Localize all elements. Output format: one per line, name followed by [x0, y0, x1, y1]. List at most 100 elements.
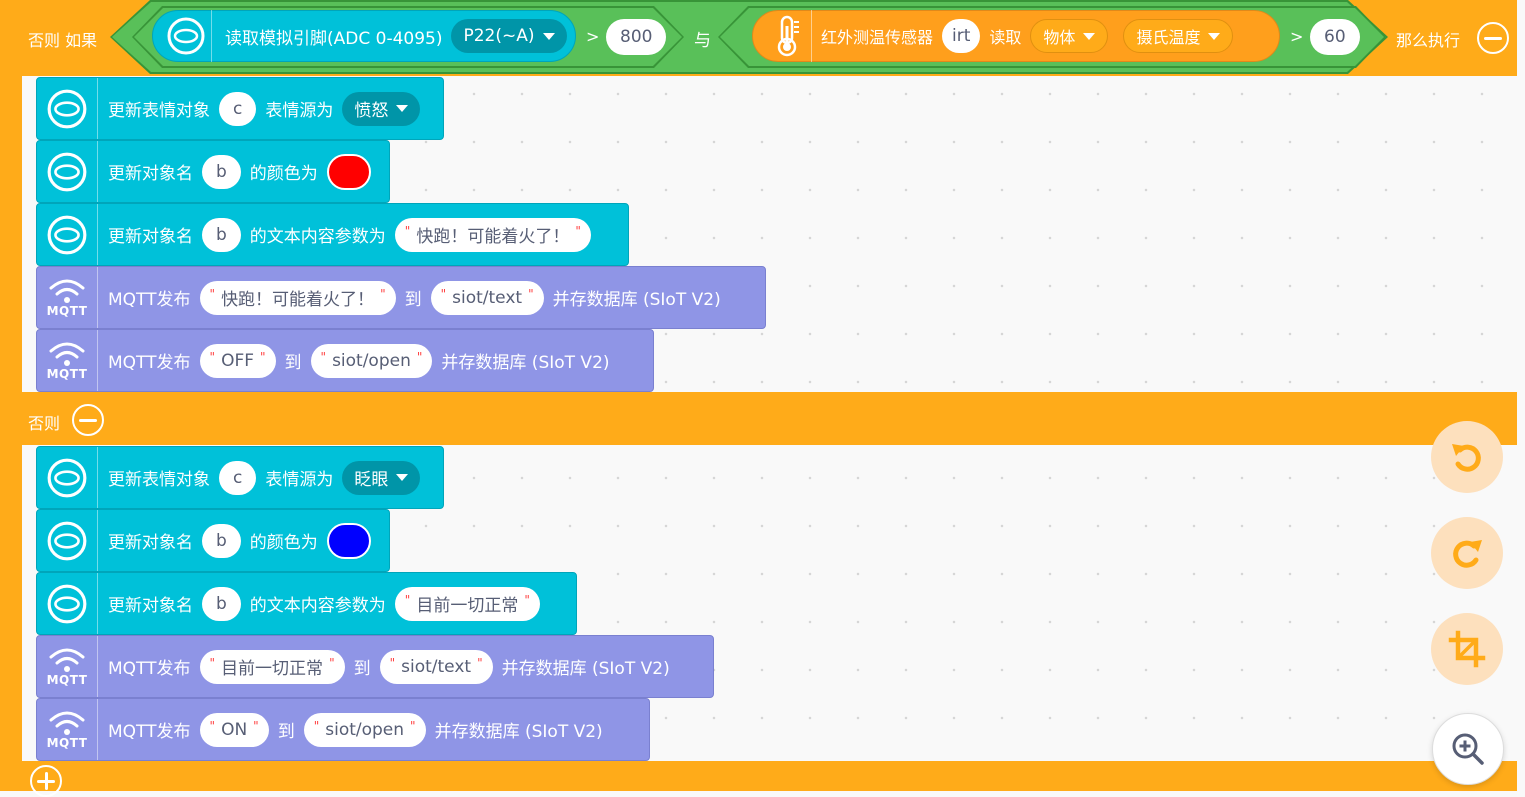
mqtt-message-field[interactable]: " OFF " [199, 343, 276, 378]
right-compare-operator: > [1290, 27, 1304, 46]
color-picker-blue[interactable] [326, 522, 371, 559]
update-text-block[interactable]: 更新对象名 b 的文本内容参数为 " 目前一切正常 " [36, 572, 577, 635]
unit-dropdown[interactable]: 摄氏温度 [1123, 19, 1234, 53]
text-content-field[interactable]: " 目前一切正常 " [394, 586, 540, 621]
unihiker-icon [47, 458, 87, 497]
emotion-object-field[interactable]: c [219, 91, 257, 126]
mqtt-icon-label: MQTT [46, 672, 88, 687]
unihiker-icon-cell [37, 573, 98, 634]
mqtt-to-label: 到 [404, 290, 422, 310]
chevron-down-icon [396, 474, 409, 481]
undo-button[interactable] [1431, 421, 1503, 493]
mqtt-icon-label: MQTT [46, 303, 88, 318]
mqtt-icon-label: MQTT [46, 366, 88, 381]
mqtt-topic-field[interactable]: " siot/open " [303, 712, 426, 747]
then-label: 那么执行 [1396, 31, 1461, 50]
update-object-label: 更新对象名 [108, 596, 193, 616]
text-content-value: 目前一切正常 [416, 596, 519, 616]
update-emotion-block[interactable]: 更新表情对象 c 表情源为 愤怒 [36, 77, 444, 140]
mqtt-to-label: 到 [353, 659, 371, 679]
mqtt-icon-cell: MQTT [37, 330, 98, 391]
if-else-block-footer[interactable] [0, 761, 1517, 791]
else-header[interactable] [0, 392, 1517, 445]
emotion-dropdown[interactable]: 眨眼 [342, 460, 421, 495]
mqtt-publish-label: MQTT发布 [108, 353, 191, 373]
wifi-icon [49, 648, 85, 672]
remove-else-button[interactable] [72, 404, 104, 436]
chevron-down-icon [1208, 32, 1221, 40]
quote-mark: " [209, 655, 216, 670]
emotion-dropdown[interactable]: 愤怒 [342, 91, 421, 126]
crop-icon [1448, 630, 1486, 668]
update-text-block[interactable]: 更新对象名 b 的文本内容参数为 " 快跑！可能着火了！ " [36, 203, 629, 266]
analog-read-reporter[interactable]: 读取模拟引脚(ADC 0-4095) P22(~A) [152, 10, 576, 62]
emotion-source-label: 表情源为 [265, 101, 334, 121]
mqtt-topic-value: siot/open [332, 350, 411, 371]
block-content: 更新表情对象 c 表情源为 眨眼 [98, 460, 430, 495]
mqtt-publish-block[interactable]: MQTT MQTT发布 " OFF " 到 " siot/open " 并存数据库 (S… [36, 329, 654, 392]
chevron-down-icon [396, 105, 409, 112]
text-content-field[interactable]: " 快跑！可能着火了！ " [394, 217, 591, 252]
mqtt-publish-block[interactable]: MQTT MQTT发布 " ON " 到 " siot/open " 并存数据库 (SI… [36, 698, 650, 761]
block-content: MQTT发布 " 目前一切正常 " 到 " siot/text " 并存数据库 (SIo… [98, 649, 680, 684]
ir-sensor-name[interactable]: irt [942, 19, 981, 53]
mqtt-message-field[interactable]: " 目前一切正常 " [199, 649, 345, 684]
emotion-dropdown-value: 愤怒 [354, 101, 389, 121]
mqtt-topic-value: siot/text [401, 656, 472, 677]
wifi-icon [49, 342, 85, 366]
pin-dropdown[interactable]: P22(~A) [451, 19, 567, 53]
mqtt-to-label: 到 [277, 722, 295, 742]
block-content: 更新对象名 b 的颜色为 [98, 522, 381, 559]
pin-dropdown-value: P22(~A) [463, 26, 535, 46]
text-object-field[interactable]: b [202, 586, 241, 621]
analog-read-label: 读取模拟引脚(ADC 0-4095) [225, 28, 443, 49]
color-object-field[interactable]: b [202, 154, 241, 189]
update-color-block[interactable]: 更新对象名 b 的颜色为 [36, 140, 390, 203]
text-object-field[interactable]: b [202, 217, 241, 252]
target-dropdown[interactable]: 物体 [1030, 19, 1109, 53]
mqtt-icon-cell: MQTT [37, 636, 98, 697]
ir-read-label: 读取 [989, 28, 1022, 47]
quote-mark: " [320, 349, 327, 364]
emotion-source-label: 表情源为 [265, 470, 334, 490]
redo-button[interactable] [1431, 517, 1503, 589]
color-object-field[interactable]: b [202, 523, 241, 558]
block-content: 更新对象名 b 的文本内容参数为 " 目前一切正常 " [98, 586, 550, 621]
wifi-icon [49, 279, 85, 303]
ir-temperature-reporter[interactable]: 红外测温传感器 irt 读取 物体 摄氏温度 [752, 10, 1280, 62]
mqtt-message-field[interactable]: " 快跑！可能着火了！ " [199, 280, 396, 315]
undo-icon [1452, 444, 1481, 472]
emotion-dropdown-value: 眨眼 [354, 470, 389, 490]
block-content: 更新对象名 b 的文本内容参数为 " 快跑！可能着火了！ " [98, 217, 601, 252]
add-branch-button[interactable] [30, 765, 62, 797]
zoom-in-button[interactable] [1432, 713, 1504, 785]
quote-mark: " [440, 286, 447, 301]
color-label: 的颜色为 [249, 164, 318, 184]
quote-mark: " [416, 349, 423, 364]
crop-button[interactable] [1431, 613, 1503, 685]
mqtt-topic-field[interactable]: " siot/open " [310, 343, 433, 378]
color-picker-red[interactable] [326, 153, 371, 190]
unihiker-icon-cell [37, 141, 98, 202]
update-object-label: 更新对象名 [108, 533, 193, 553]
update-color-block[interactable]: 更新对象名 b 的颜色为 [36, 509, 390, 572]
unihiker-icon [47, 521, 87, 560]
left-compare-value[interactable]: 800 [606, 19, 667, 55]
else-if-label: 否则 如果 [28, 31, 98, 50]
quote-mark: " [209, 349, 216, 364]
block-content: MQTT发布 " OFF " 到 " siot/open " 并存数据库 (SIoT V… [98, 343, 620, 378]
quote-mark: " [380, 286, 386, 301]
mqtt-publish-block[interactable]: MQTT MQTT发布 " 快跑！可能着火了！ " 到 " siot/text " 并存… [36, 266, 766, 329]
mqtt-publish-label: MQTT发布 [108, 722, 191, 742]
emotion-object-field[interactable]: c [219, 460, 257, 495]
update-emotion-label: 更新表情对象 [108, 101, 210, 121]
mqtt-message-field[interactable]: " ON " [199, 712, 269, 747]
right-compare-value[interactable]: 60 [1310, 19, 1360, 55]
mqtt-save-label: 并存数据库 (SIoT V2) [501, 659, 670, 679]
unihiker-icon [161, 10, 212, 62]
mqtt-topic-field[interactable]: " siot/text " [379, 649, 493, 684]
remove-branch-button[interactable] [1477, 22, 1509, 54]
mqtt-topic-field[interactable]: " siot/text " [430, 280, 544, 315]
update-emotion-block[interactable]: 更新表情对象 c 表情源为 眨眼 [36, 446, 444, 509]
mqtt-publish-block[interactable]: MQTT MQTT发布 " 目前一切正常 " 到 " siot/text " 并存数据库… [36, 635, 714, 698]
